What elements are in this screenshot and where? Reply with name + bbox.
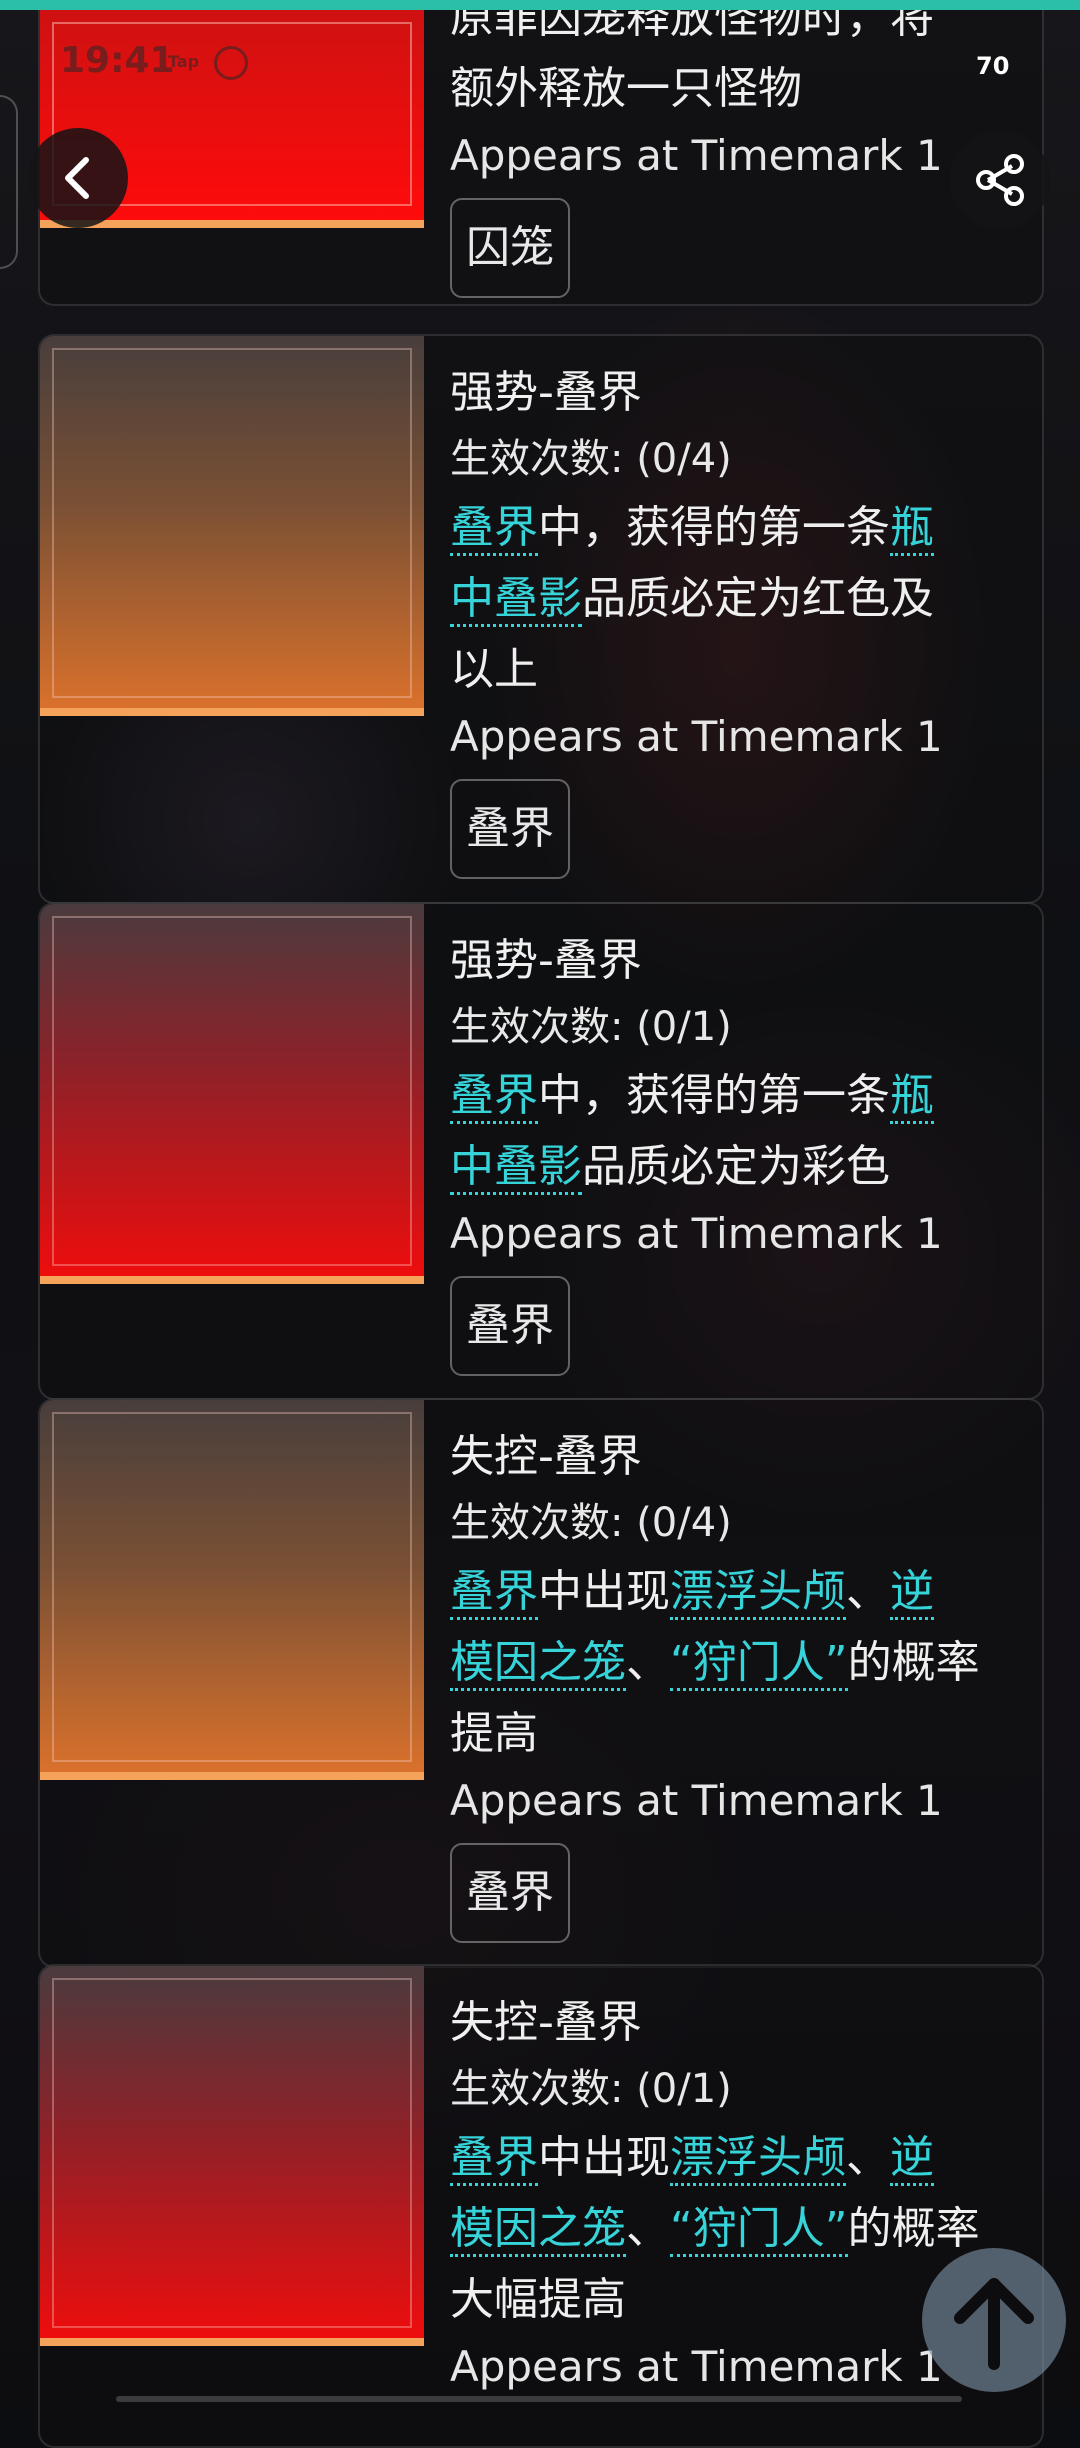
card-count: 生效次数: (0/4) (450, 436, 732, 482)
keyword-link[interactable]: 漂浮头颅 (670, 1566, 846, 1620)
card-image (40, 904, 424, 1284)
side-drawer-handle[interactable] (0, 95, 18, 269)
card-title: 失控-叠界 (450, 1997, 642, 2048)
keyword-link[interactable]: “狩门人” (670, 2203, 848, 2257)
modifier-card: 原罪囚笼释放怪物时，将 额外释放一只怪物 Appears at Timemark… (38, 0, 1044, 306)
keyword-link[interactable]: 叠界 (450, 502, 538, 556)
arrow-up-icon (954, 2278, 1034, 2370)
card-tag[interactable]: 囚笼 (450, 198, 570, 298)
card-count: 生效次数: (0/4) (450, 1500, 732, 1546)
card-tag[interactable]: 叠界 (450, 779, 570, 879)
card-tag[interactable]: 叠界 (450, 1276, 570, 1376)
keyword-link[interactable]: 逆 (890, 2132, 934, 2186)
keyword-link[interactable]: 漂浮头颅 (670, 2132, 846, 2186)
modifier-card: 强势-叠界 生效次数: (0/1) 叠界中，获得的第一条瓶 中叠影品质必定为彩色… (38, 902, 1044, 1400)
card-description: 叠界中，获得的第一条瓶 中叠影品质必定为红色及 以上 (450, 502, 934, 695)
keyword-link[interactable]: 模因之笼 (450, 2203, 626, 2257)
modifier-card: 失控-叠界 生效次数: (0/1) 叠界中出现漂浮头颅、逆 模因之笼、“狩门人”… (38, 1964, 1044, 2448)
card-count: 生效次数: (0/1) (450, 2066, 732, 2112)
card-tag[interactable]: 叠界 (450, 1843, 570, 1943)
keyword-link[interactable]: 叠界 (450, 1566, 538, 1620)
keyword-link[interactable]: 中叠影 (450, 573, 582, 627)
card-timemark: Appears at Timemark 1 (450, 1776, 943, 1825)
keyword-link[interactable]: 中叠影 (450, 1141, 582, 1195)
keyword-link[interactable]: 瓶 (890, 502, 934, 556)
keyword-link[interactable]: 叠界 (450, 1070, 538, 1124)
card-description: 原罪囚笼释放怪物时，将 额外释放一只怪物 (450, 0, 934, 114)
home-indicator (116, 2396, 962, 2402)
modifier-card: 强势-叠界 生效次数: (0/4) 叠界中，获得的第一条瓶 中叠影品质必定为红色… (38, 334, 1044, 904)
status-tap-label: Tap (168, 52, 200, 71)
card-title: 强势-叠界 (450, 935, 642, 986)
card-description: 叠界中，获得的第一条瓶 中叠影品质必定为彩色 (450, 1060, 1042, 1202)
share-button[interactable] (950, 130, 1050, 230)
share-icon (976, 154, 1024, 206)
status-badge-number: 70 (976, 52, 1010, 80)
card-title: 失控-叠界 (450, 1431, 642, 1482)
card-timemark: Appears at Timemark 1 (450, 1209, 943, 1258)
pause-icon (214, 46, 248, 80)
card-image (40, 1400, 424, 1780)
status-time: 19:41 (60, 40, 175, 81)
back-button[interactable] (28, 128, 128, 228)
keyword-link[interactable]: 逆 (890, 1566, 934, 1620)
card-image (40, 1966, 424, 2346)
modifier-card: 失控-叠界 生效次数: (0/4) 叠界中出现漂浮头颅、逆 模因之笼、“狩门人”… (38, 1398, 1044, 1968)
keyword-link[interactable]: 模因之笼 (450, 1637, 626, 1691)
scroll-to-top-button[interactable] (922, 2248, 1066, 2392)
keyword-link[interactable]: 瓶 (890, 1070, 934, 1124)
card-image (40, 336, 424, 716)
card-timemark: Appears at Timemark 1 (450, 712, 943, 761)
card-description: 叠界中出现漂浮头颅、逆 模因之笼、“狩门人”的概率 提高 (450, 1566, 980, 1759)
chevron-left-icon (65, 157, 89, 199)
keyword-link[interactable]: 叠界 (450, 2132, 538, 2186)
top-accent-line (0, 0, 1080, 10)
keyword-link[interactable]: “狩门人” (670, 1637, 848, 1691)
card-count: 生效次数: (0/1) (450, 1004, 732, 1050)
card-title: 强势-叠界 (450, 367, 642, 418)
